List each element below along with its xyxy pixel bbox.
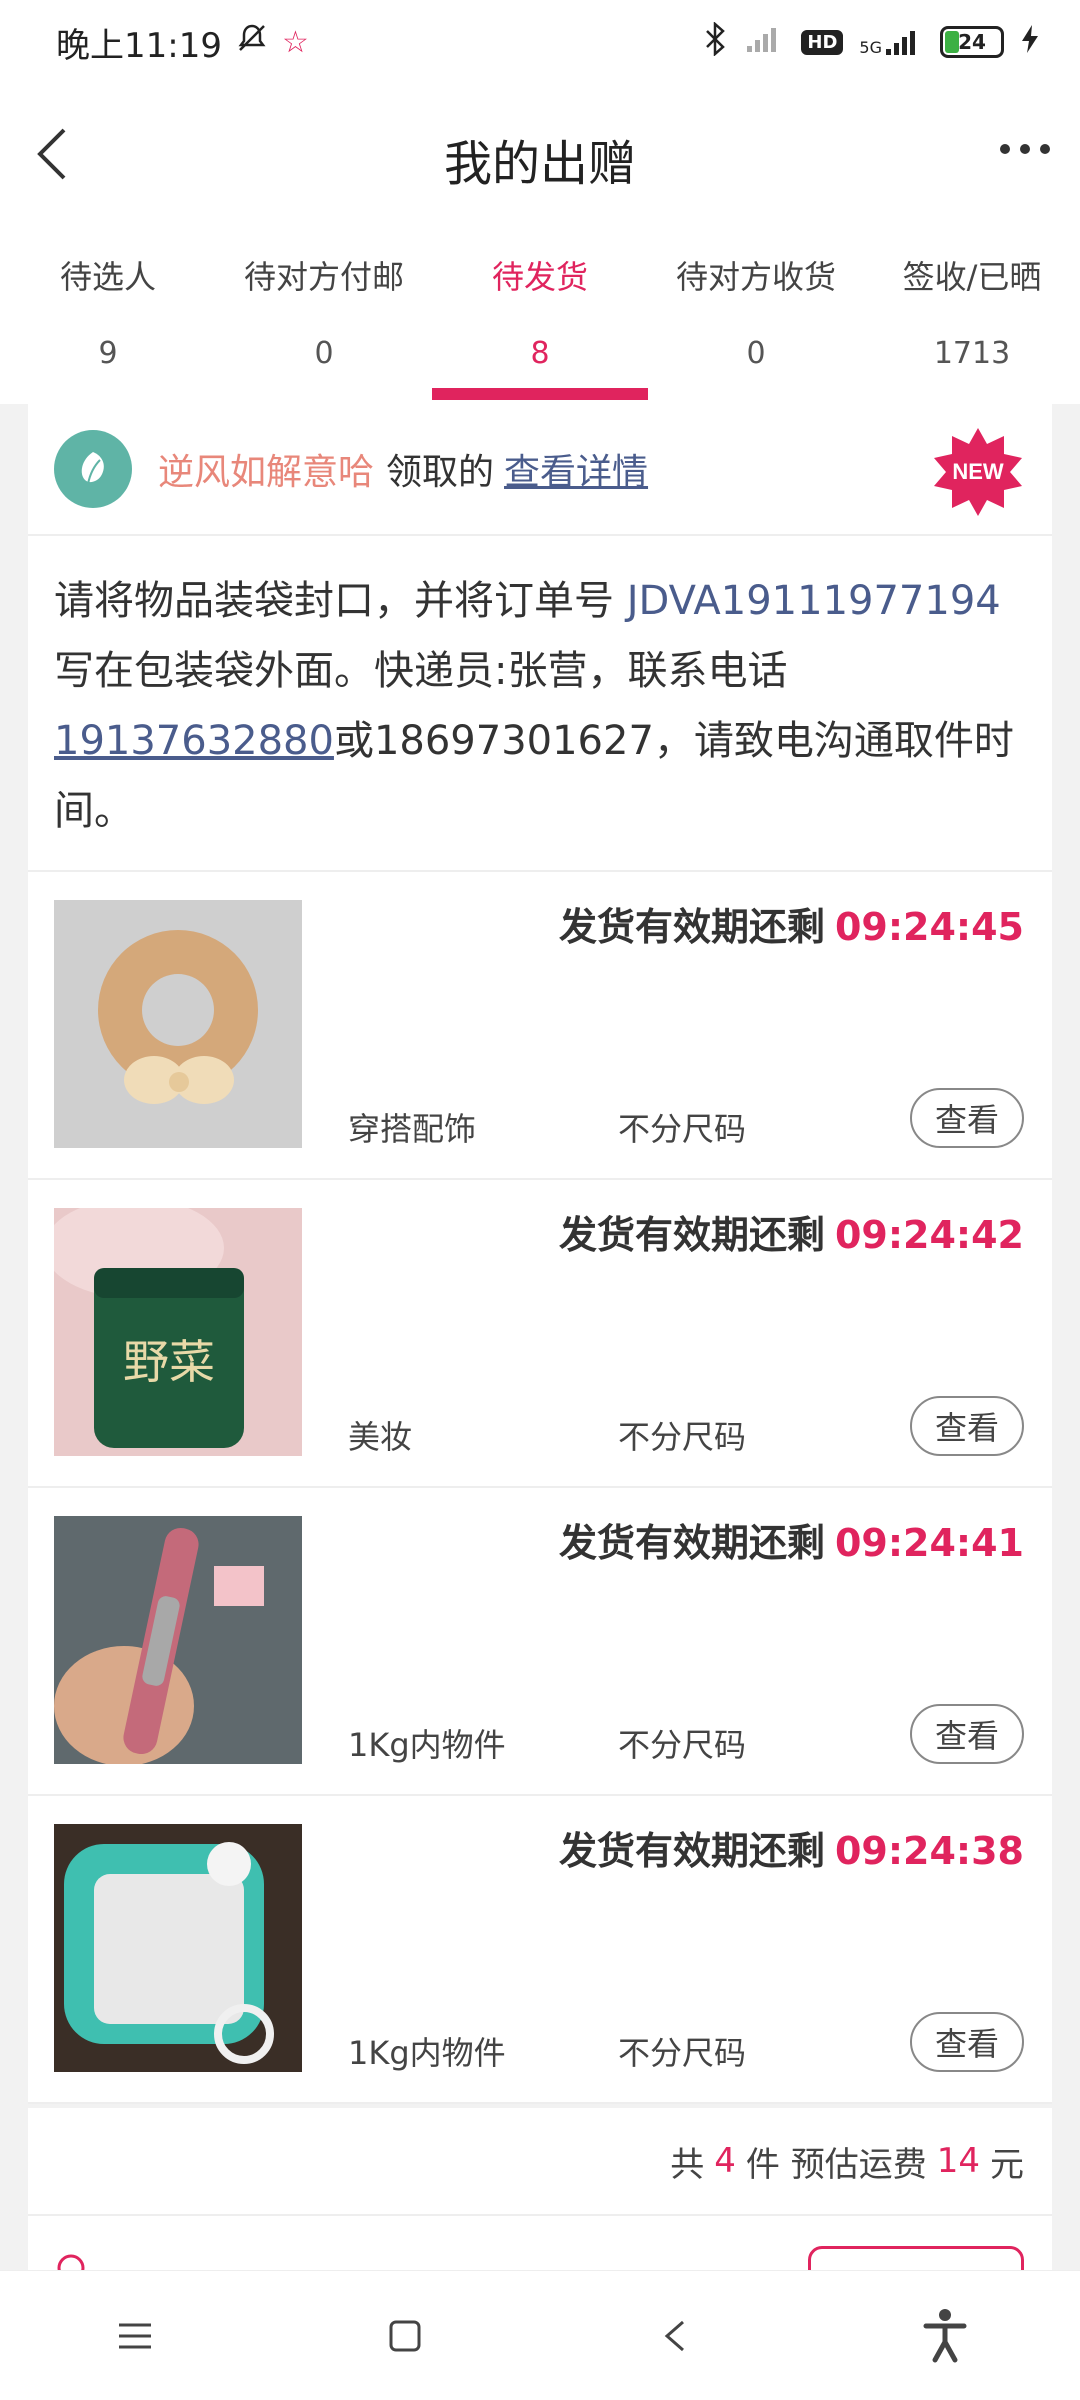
deadline-label: 发货有效期还剩 [558, 1521, 825, 1565]
back-icon[interactable] [635, 2296, 715, 2376]
tab-pending-receipt[interactable]: 待对方收货 0 [648, 234, 864, 404]
list-item[interactable]: 发货有效期还剩 09:24:45 穿搭配饰 不分尺码 查看 [28, 872, 1052, 1180]
deadline-label: 发货有效期还剩 [558, 1213, 825, 1257]
item-category: 1Kg内物件 [348, 2034, 506, 2072]
recipient-name[interactable]: 逆风如解意哈 [158, 443, 374, 495]
more-icon[interactable] [1000, 144, 1050, 154]
item-size: 不分尺码 [618, 1418, 747, 1456]
recipient-row: 逆风如解意哈 领取的 查看详情 NEW [28, 404, 1052, 536]
courier-phone-link[interactable]: 19137632880 [54, 718, 334, 764]
new-badge-text: NEW [952, 459, 1004, 484]
hd-badge: HD [801, 29, 844, 55]
tab-count: 8 [530, 336, 550, 371]
tab-label: 待对方付邮 [243, 258, 404, 296]
new-badge: NEW [932, 426, 1024, 518]
tab-count: 9 [98, 336, 118, 371]
ship-deadline: 发货有效期还剩 09:24:41 [559, 1512, 1024, 1567]
item-category: 穿搭配饰 [348, 1110, 477, 1148]
notice-text-2: 写在包装袋外面。快递员:张营，联系电话 [54, 648, 788, 694]
shipping-instructions: 请将物品装袋封口，并将订单号 JDVA19111977194 写在包装袋外面。快… [28, 536, 1052, 872]
item-count: 4 [714, 2141, 736, 2181]
countdown-timer: 09:24:41 [834, 1521, 1024, 1565]
menu-icon[interactable] [95, 2296, 175, 2376]
avatar[interactable] [54, 430, 132, 508]
tab-pending-postage[interactable]: 待对方付邮 0 [216, 234, 432, 404]
accessibility-icon[interactable] [905, 2296, 985, 2376]
item-thumbnail[interactable]: 野菜 [54, 1208, 302, 1456]
status-tabs: 待选人 9 待对方付邮 0 待发货 8 待对方收货 0 签收/已晒 1713 [0, 234, 1080, 404]
order-number: JDVA19111977194 [626, 578, 1001, 624]
clock: 晚上11:19 [56, 25, 222, 66]
deadline-label: 发货有效期还剩 [558, 1829, 825, 1873]
tab-received-shared[interactable]: 签收/已晒 1713 [864, 234, 1080, 404]
ship-deadline: 发货有效期还剩 09:24:38 [559, 1820, 1024, 1875]
countdown-timer: 09:24:45 [834, 905, 1024, 949]
system-nav-bar [0, 2270, 1080, 2400]
network-type: 5G [859, 38, 882, 57]
charging-icon [1020, 23, 1040, 62]
tab-label: 签收/已晒 [902, 258, 1042, 296]
tab-pending-select[interactable]: 待选人 9 [0, 234, 216, 404]
ship-deadline: 发货有效期还剩 09:24:42 [559, 1204, 1024, 1259]
deadline-label: 发货有效期还剩 [558, 905, 825, 949]
home-icon[interactable] [365, 2296, 445, 2376]
shipping-fee: 14 [936, 2141, 980, 2181]
svg-text:野菜: 野菜 [123, 1335, 215, 1389]
battery-level: 24 [958, 30, 986, 54]
countdown-timer: 09:24:38 [834, 1829, 1024, 1873]
bluetooth-icon [703, 20, 729, 63]
item-size: 不分尺码 [618, 2034, 747, 2072]
tab-label: 待对方收货 [675, 258, 836, 296]
item-size: 不分尺码 [618, 1726, 747, 1764]
tab-label: 待选人 [59, 258, 156, 296]
tab-count: 1713 [933, 336, 1011, 371]
item-thumbnail[interactable] [54, 900, 302, 1148]
tab-label: 待发货 [491, 258, 588, 296]
signal-5g-icon: 5G [859, 27, 924, 57]
item-category: 1Kg内物件 [348, 1726, 506, 1764]
item-category: 美妆 [348, 1418, 413, 1456]
countdown-timer: 09:24:42 [834, 1213, 1024, 1257]
tab-pending-shipment[interactable]: 待发货 8 [432, 234, 648, 404]
status-bar: 晚上11:19 ☆ HD 5G 24 [0, 0, 1080, 84]
order-summary: 共 4 件 预估运费 14 元 [28, 2108, 1052, 2216]
view-button[interactable]: 查看 [910, 1088, 1024, 1148]
signal-weak-icon [745, 24, 785, 61]
view-button[interactable]: 查看 [910, 2012, 1024, 2072]
item-thumbnail[interactable] [54, 1516, 302, 1764]
page-title: 我的出赠 [443, 136, 636, 192]
list-item[interactable]: 发货有效期还剩 09:24:41 1Kg内物件 不分尺码 查看 [28, 1488, 1052, 1796]
star-icon: ☆ [281, 24, 309, 60]
back-arrow-icon[interactable] [24, 114, 84, 194]
list-item[interactable]: 野菜 发货有效期还剩 09:24:42 美妆 不分尺码 查看 [28, 1180, 1052, 1488]
view-button[interactable]: 查看 [910, 1704, 1024, 1764]
summary-suffix: 元 [990, 2144, 1024, 2185]
summary-mid: 件 预估运费 [745, 2144, 927, 2185]
item-size: 不分尺码 [618, 1110, 747, 1148]
view-button[interactable]: 查看 [910, 1396, 1024, 1456]
notice-text-1: 请将物品装袋封口，并将订单号 [54, 578, 627, 624]
ship-deadline: 发货有效期还剩 09:24:45 [559, 896, 1024, 951]
summary-prefix: 共 [670, 2144, 705, 2185]
recipient-text: 领取的 [386, 452, 495, 493]
battery-icon: 24 [940, 26, 1004, 58]
nav-bar: 我的出赠 [0, 84, 1080, 234]
tab-count: 0 [314, 336, 334, 371]
item-thumbnail[interactable] [54, 1824, 302, 2072]
partial-row [28, 2216, 1052, 2276]
list-item[interactable]: 发货有效期还剩 09:24:38 1Kg内物件 不分尺码 查看 [28, 1796, 1052, 2104]
tab-count: 0 [746, 336, 766, 371]
mute-bell-icon [236, 22, 268, 63]
view-details-link[interactable]: 查看详情 [504, 443, 648, 495]
